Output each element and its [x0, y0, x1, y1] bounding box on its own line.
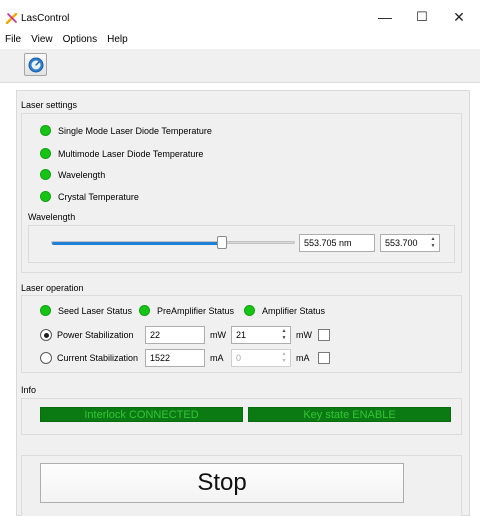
gauge-tool-button[interactable]: [24, 53, 47, 76]
stop-button[interactable]: Stop: [40, 463, 404, 503]
gauge-icon: [28, 57, 43, 72]
indicator-led: [40, 125, 51, 136]
menu-bar: File View Options Help: [0, 32, 480, 48]
wavelength-slider-track[interactable]: [51, 241, 295, 245]
info-title: Info: [21, 385, 37, 395]
maximize-icon: ☐: [416, 9, 428, 24]
current-unit-label: mA: [210, 353, 224, 363]
current-stabilization-radio[interactable]: [40, 352, 52, 364]
wavelength-readout: 553.705 nm: [299, 234, 375, 252]
menu-file[interactable]: File: [0, 32, 26, 48]
close-icon: ✕: [453, 8, 465, 25]
current-setpoint-value: 0: [236, 353, 242, 363]
current-setpoint-spinbox[interactable]: 0 ▲ ▼: [231, 349, 291, 367]
preamplifier-status-label: PreAmplifier Status: [157, 306, 235, 316]
key-state-status-bar: Key state ENABLE: [248, 407, 451, 422]
indicator-label-sm-temp: Single Mode Laser Diode Temperature: [58, 126, 212, 136]
indicator-led: [40, 305, 51, 316]
power-unit-label: mW: [210, 330, 226, 340]
spin-arrows-icon[interactable]: ▲ ▼: [279, 328, 289, 342]
power-value-field[interactable]: 22: [145, 326, 205, 344]
minimize-button[interactable]: —: [366, 4, 404, 30]
wavelength-setpoint-spinbox[interactable]: 553.700 ▲ ▼: [380, 234, 440, 252]
spin-arrows-icon[interactable]: ▲ ▼: [428, 236, 438, 250]
window-title: LasControl: [21, 13, 70, 24]
menu-view[interactable]: View: [26, 32, 58, 48]
wavelength-subtitle: Wavelength: [28, 212, 76, 222]
menu-help[interactable]: Help: [102, 32, 133, 48]
current-setpoint-unit-label: mA: [296, 353, 310, 363]
current-stabilization-label: Current Stabilization: [57, 353, 139, 363]
power-stabilization-radio[interactable]: [40, 329, 52, 341]
amplifier-status-label: Amplifier Status: [262, 306, 326, 316]
power-setpoint-spinbox[interactable]: 21 ▲ ▼: [231, 326, 291, 344]
laser-settings-title: Laser settings: [21, 100, 78, 110]
spin-arrows-icon[interactable]: ▲ ▼: [279, 351, 289, 365]
indicator-label-crystal-temp: Crystal Temperature: [58, 192, 139, 202]
indicator-label-mm-temp: Multimode Laser Diode Temperature: [58, 149, 204, 159]
indicator-led: [139, 305, 150, 316]
laser-app-icon: [6, 12, 18, 24]
power-enable-checkbox[interactable]: [318, 329, 330, 341]
maximize-button[interactable]: ☐: [403, 4, 441, 30]
laser-operation-title: Laser operation: [21, 283, 84, 293]
indicator-led: [40, 191, 51, 202]
close-button[interactable]: ✕: [440, 4, 478, 30]
indicator-led: [40, 169, 51, 180]
seed-laser-status-label: Seed Laser Status: [58, 306, 133, 316]
current-value-field[interactable]: 1522: [145, 349, 205, 367]
minimize-icon: —: [378, 9, 392, 25]
power-setpoint-unit-label: mW: [296, 330, 312, 340]
interlock-status-bar: Interlock CONNECTED: [40, 407, 243, 422]
power-stabilization-label: Power Stabilization: [57, 330, 134, 340]
power-setpoint-value: 21: [236, 330, 247, 340]
wavelength-setpoint-value: 553.700: [385, 238, 418, 248]
indicator-led: [244, 305, 255, 316]
menu-options[interactable]: Options: [58, 32, 102, 48]
indicator-label-wavelength: Wavelength: [58, 170, 106, 180]
wavelength-slider-fill: [52, 242, 223, 245]
toolbar: [0, 49, 480, 83]
current-enable-checkbox[interactable]: [318, 352, 330, 364]
indicator-led: [40, 148, 51, 159]
wavelength-slider-handle[interactable]: [216, 236, 227, 249]
